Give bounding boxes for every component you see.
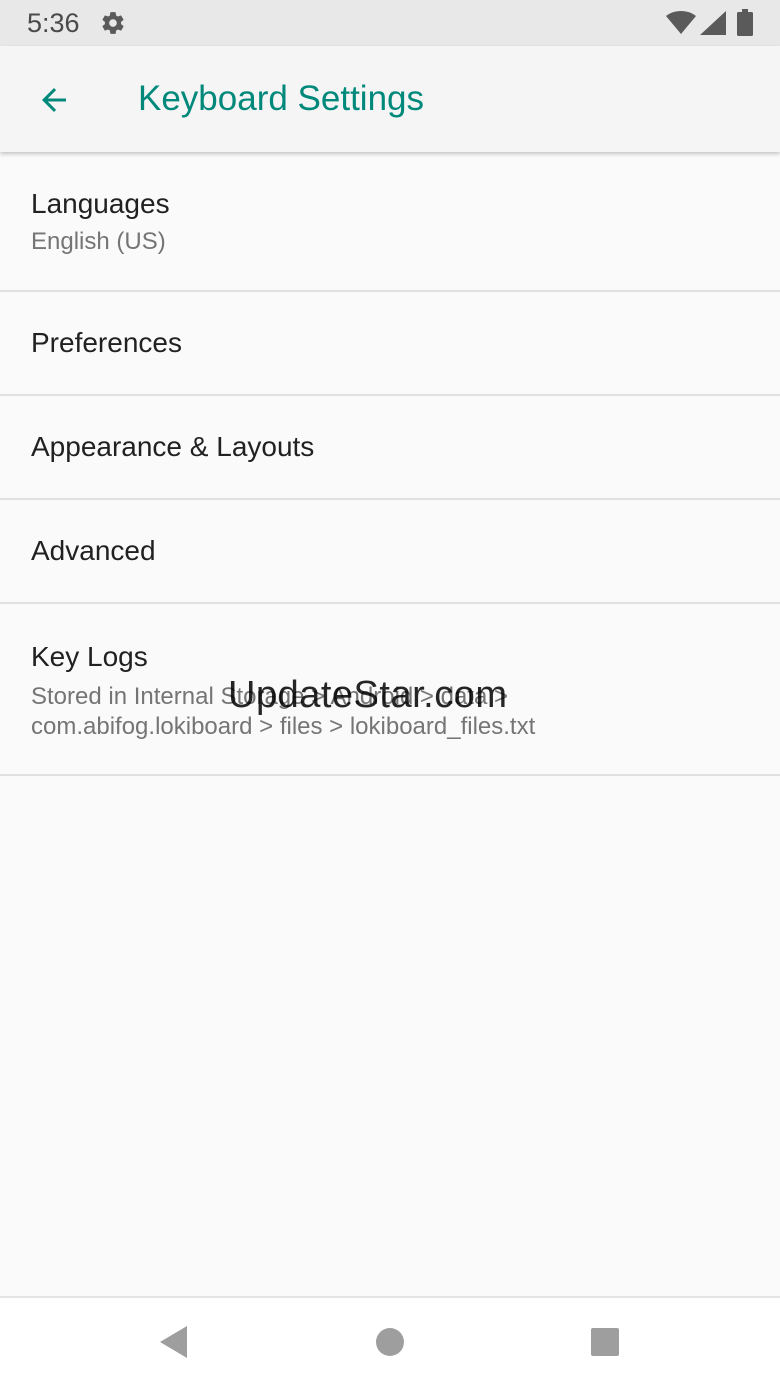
- setting-preferences-title: Preferences: [31, 327, 182, 358]
- setting-appearance-layouts[interactable]: Appearance & Layouts: [0, 396, 780, 500]
- screen: 5:36 Keyboard Settings Languages English…: [0, 0, 780, 1386]
- cell-signal-icon: [700, 11, 726, 35]
- navigation-bar: [0, 1296, 780, 1386]
- nav-recents-button[interactable]: [581, 1318, 629, 1366]
- app-bar: Keyboard Settings: [0, 46, 780, 152]
- nav-back-button[interactable]: [150, 1318, 198, 1366]
- page-title: Keyboard Settings: [138, 79, 425, 118]
- setting-languages[interactable]: Languages English (US): [0, 152, 780, 292]
- setting-key-logs-title: Key Logs: [31, 641, 148, 672]
- setting-languages-summary: English (US): [31, 228, 166, 255]
- status-bar: 5:36: [0, 0, 780, 46]
- setting-advanced-title: Advanced: [31, 535, 156, 566]
- setting-languages-title: Languages: [31, 188, 170, 219]
- settings-gear-icon: [100, 10, 126, 36]
- back-button[interactable]: [24, 70, 84, 130]
- nav-recents-icon: [591, 1328, 619, 1356]
- setting-preferences[interactable]: Preferences: [0, 292, 780, 396]
- setting-appearance-title: Appearance & Layouts: [31, 431, 315, 462]
- nav-home-icon: [376, 1328, 404, 1356]
- setting-advanced[interactable]: Advanced: [0, 500, 780, 604]
- nav-back-icon: [160, 1326, 187, 1358]
- battery-icon: [737, 9, 753, 36]
- nav-home-button[interactable]: [366, 1318, 414, 1366]
- status-time: 5:36: [27, 8, 80, 38]
- arrow-back-icon: [42, 88, 66, 112]
- wifi-icon: [666, 11, 696, 35]
- watermark: UpdateStar.com: [228, 674, 508, 716]
